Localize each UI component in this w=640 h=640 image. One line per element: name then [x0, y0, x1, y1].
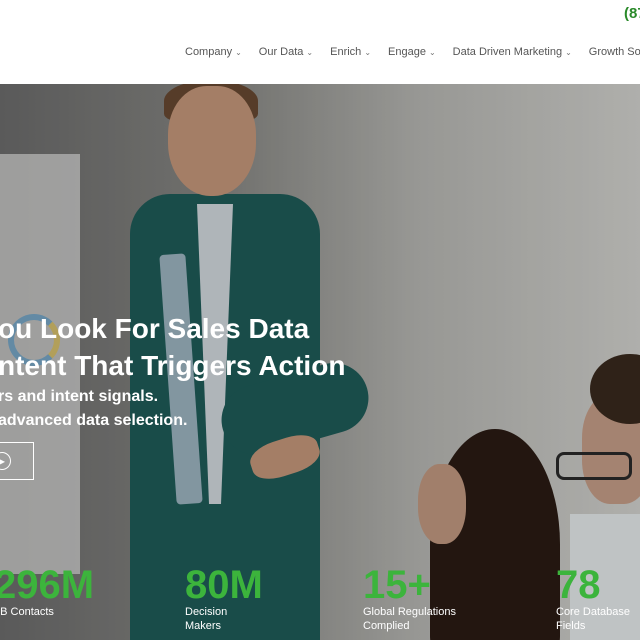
stat-decision-makers: 80M Decision Makers	[185, 565, 263, 633]
chevron-down-icon: ⌄	[428, 47, 436, 57]
stat-label: Global Regulations	[363, 606, 456, 618]
headline-line-2: ntent That Triggers Action	[0, 350, 346, 381]
hero-headline: ou Look For Sales Data ntent That Trigge…	[0, 310, 345, 384]
main-nav: Company ⌄ Our Data ⌄ Enrich ⌄ Engage ⌄ Data …	[185, 46, 640, 58]
stat-label: Fields	[556, 620, 586, 632]
subheadline-line-1: rs and intent signals.	[0, 388, 159, 405]
nav-engage[interactable]: Engage ⌄	[388, 46, 436, 58]
phone-number[interactable]: (87	[624, 5, 640, 22]
stat-label: Decision	[185, 606, 228, 618]
stat-label: Core Database	[556, 606, 630, 618]
nav-label: Data Driven Marketing	[452, 46, 563, 58]
chevron-down-icon: ⌄	[306, 47, 314, 57]
nav-our-data[interactable]: Our Data ⌄	[259, 46, 313, 58]
nav-label: Engage	[388, 46, 426, 58]
hero-subheadline: rs and intent signals. advanced data sel…	[0, 385, 187, 433]
subheadline-line-2: advanced data selection.	[0, 412, 188, 429]
stat-value: 78	[556, 563, 601, 607]
stat-value: 15+	[363, 563, 431, 607]
nav-label: Our Data	[258, 46, 304, 58]
site-header: (87 Company⌄ Our Data⌄ Enrich⌄ Engage⌄ D…	[0, 0, 640, 84]
nav-growth-solutions[interactable]: Growth Solu	[589, 46, 640, 58]
stat-database-fields: 78 Core Database Fields	[556, 565, 630, 633]
chevron-down-icon: ⌄	[235, 47, 242, 57]
nav-company[interactable]: Company ⌄	[185, 46, 242, 58]
nav-label: Company	[185, 46, 233, 58]
nav-label: Enrich	[330, 46, 362, 58]
stat-value: 80M	[185, 563, 263, 607]
stat-value: 296M	[0, 563, 95, 607]
stat-contacts: 296M 2B Contacts	[0, 565, 94, 619]
nav-label: Growth Solu	[588, 46, 640, 58]
stat-label: Makers	[185, 620, 222, 632]
nav-data-driven-marketing[interactable]: Data Driven Marketing ⌄	[453, 46, 572, 58]
nav-enrich[interactable]: Enrich ⌄	[330, 46, 371, 58]
stat-label: 2B Contacts	[0, 606, 54, 618]
stat-label: Complied	[363, 620, 410, 632]
play-icon: ▶	[0, 452, 11, 470]
chevron-down-icon: ⌄	[364, 47, 372, 57]
play-video-button[interactable]: ▶	[0, 442, 34, 480]
stat-regulations: 15+ Global Regulations Complied	[363, 565, 456, 633]
headline-line-1: ou Look For Sales Data	[0, 313, 310, 344]
chevron-down-icon: ⌄	[565, 47, 572, 57]
